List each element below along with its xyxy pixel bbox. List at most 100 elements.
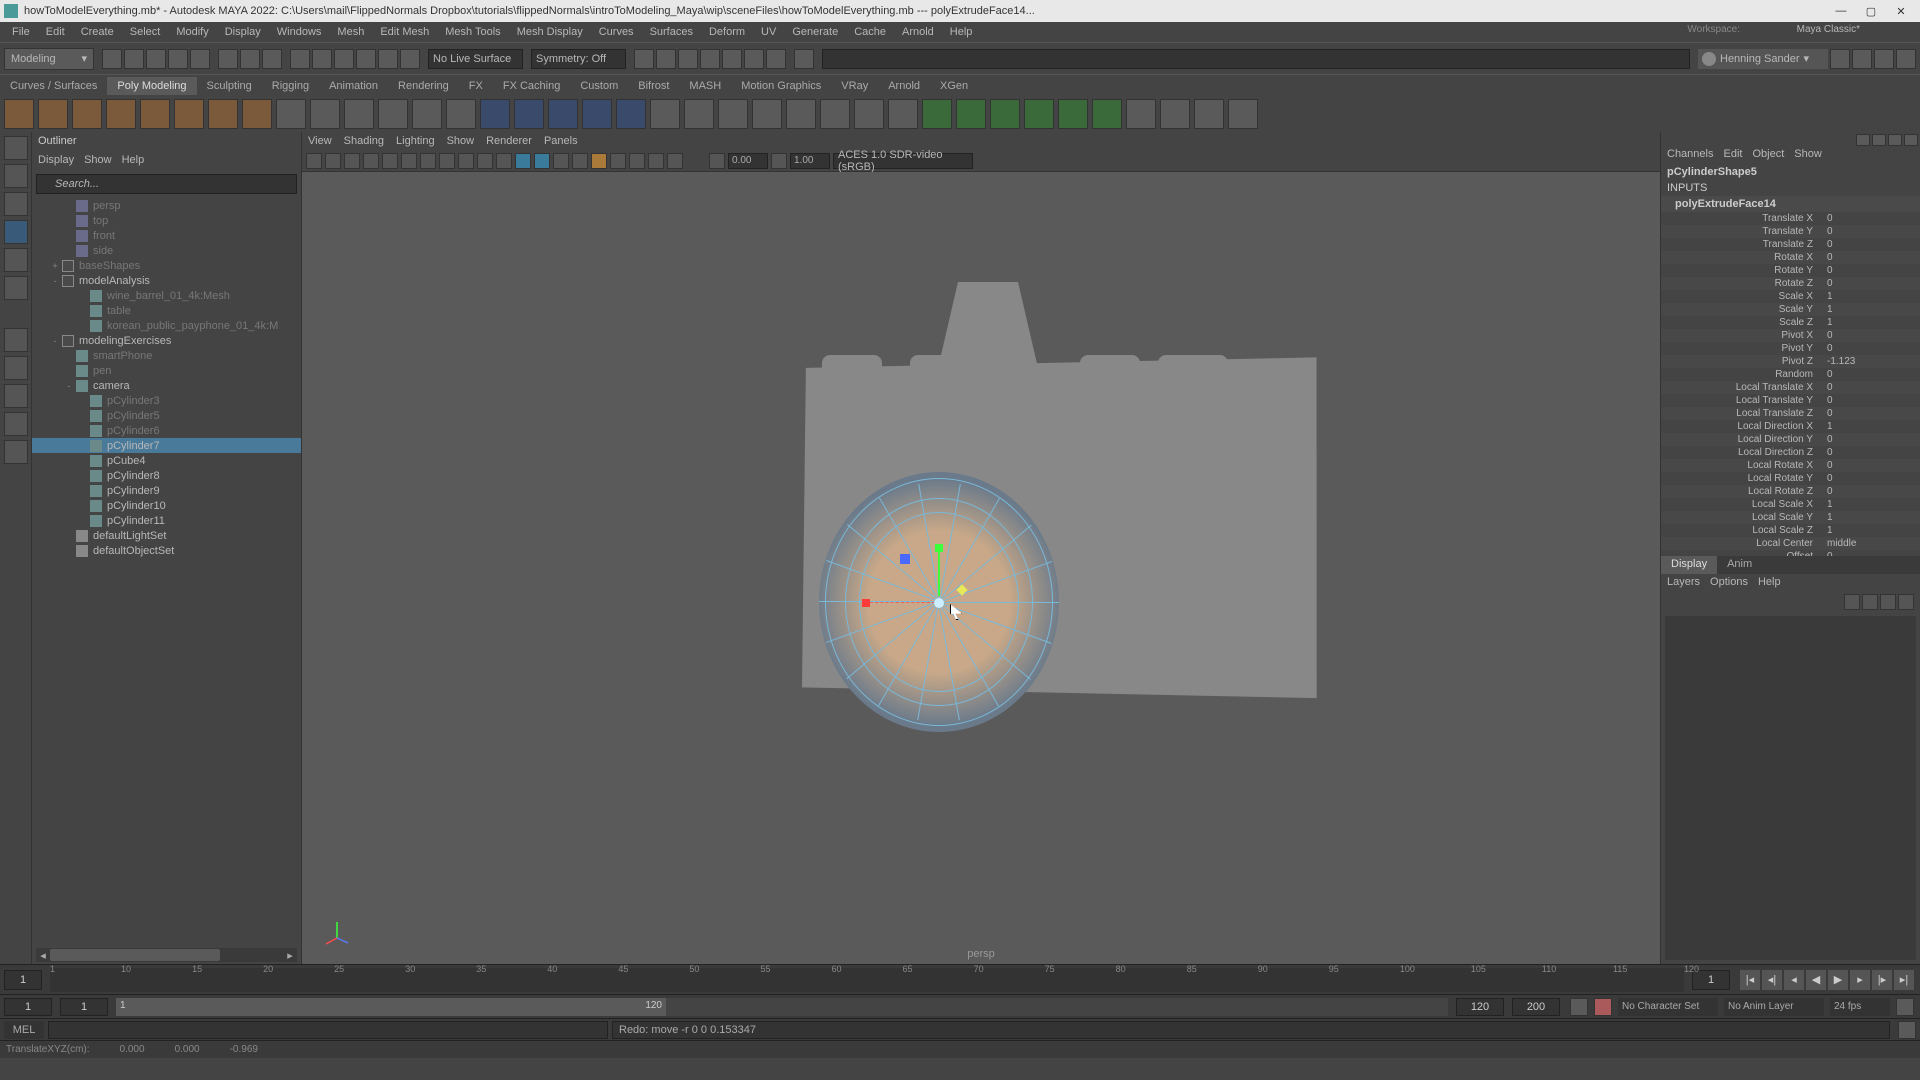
vp-safe-icon[interactable] xyxy=(401,153,417,169)
range-track[interactable]: 1 120 xyxy=(116,998,1448,1016)
shelf-icon-6[interactable] xyxy=(208,99,238,129)
toggle-1-icon[interactable] xyxy=(1830,49,1850,69)
shelf-icon-30[interactable] xyxy=(1024,99,1054,129)
expand-icon[interactable] xyxy=(64,201,74,211)
expand-icon[interactable] xyxy=(78,441,88,451)
attr-value[interactable]: 0 xyxy=(1821,408,1881,419)
menu-select[interactable]: Select xyxy=(122,24,169,40)
attr-value[interactable]: -1.123 xyxy=(1821,356,1881,367)
exposure-field[interactable]: 0.00 xyxy=(728,153,768,169)
outliner-item-pcylinder10[interactable]: pCylinder10 xyxy=(32,498,301,513)
attr-row-rotate-z[interactable]: Rotate Z0 xyxy=(1661,277,1920,290)
shelf-icon-4[interactable] xyxy=(140,99,170,129)
shelf-icon-25[interactable] xyxy=(854,99,884,129)
vp-wire-icon[interactable] xyxy=(420,153,436,169)
attr-value[interactable]: 0 xyxy=(1821,473,1881,484)
shelf-tab-motion-graphics[interactable]: Motion Graphics xyxy=(731,77,831,95)
expand-icon[interactable]: - xyxy=(50,336,60,346)
menu-mesh[interactable]: Mesh xyxy=(329,24,372,40)
attr-row-rotate-y[interactable]: Rotate Y0 xyxy=(1661,264,1920,277)
paint-select-icon[interactable] xyxy=(262,49,282,69)
attr-row-local-translate-z[interactable]: Local Translate Z0 xyxy=(1661,407,1920,420)
save-scene-icon[interactable] xyxy=(146,49,166,69)
attr-row-local-scale-y[interactable]: Local Scale Y1 xyxy=(1661,511,1920,524)
shelf-icon-7[interactable] xyxy=(242,99,272,129)
expand-icon[interactable] xyxy=(78,306,88,316)
expand-icon[interactable] xyxy=(64,351,74,361)
scroll-left-icon[interactable]: ◂ xyxy=(36,948,50,962)
vp-ao-icon[interactable] xyxy=(553,153,569,169)
attr-row-local-scale-z[interactable]: Local Scale Z1 xyxy=(1661,524,1920,537)
autokey-icon[interactable] xyxy=(1570,998,1588,1016)
layout-single-icon[interactable] xyxy=(4,328,28,352)
vp-isolate-icon[interactable] xyxy=(515,153,531,169)
expand-icon[interactable]: - xyxy=(50,276,60,286)
attr-value[interactable]: 1 xyxy=(1821,421,1881,432)
outliner-item-smartphone[interactable]: smartPhone xyxy=(32,348,301,363)
attr-row-random[interactable]: Random0 xyxy=(1661,368,1920,381)
shelf-icon-24[interactable] xyxy=(820,99,850,129)
menu-arnold[interactable]: Arnold xyxy=(894,24,942,40)
layout-outliner-icon[interactable] xyxy=(4,384,28,408)
snap-live-icon[interactable] xyxy=(378,49,398,69)
vp-shadows-icon[interactable] xyxy=(496,153,512,169)
shelf-icon-1[interactable] xyxy=(38,99,68,129)
last-tool-icon[interactable] xyxy=(4,276,28,300)
manipulator-center[interactable] xyxy=(934,598,944,608)
attr-value[interactable]: 1 xyxy=(1821,499,1881,510)
layer-moveup-icon[interactable] xyxy=(1844,594,1860,610)
expand-icon[interactable]: + xyxy=(50,261,60,271)
playback-start-field[interactable]: 1 xyxy=(60,998,108,1016)
menu-mesh-display[interactable]: Mesh Display xyxy=(509,24,591,40)
playback-start-icon[interactable] xyxy=(634,49,654,69)
attr-row-translate-x[interactable]: Translate X0 xyxy=(1661,212,1920,225)
viewport-menu-renderer[interactable]: Renderer xyxy=(486,135,532,147)
play-forward-icon[interactable]: ▶ xyxy=(1828,970,1848,990)
lasso-tool-icon[interactable] xyxy=(4,164,28,188)
attr-row-local-direction-z[interactable]: Local Direction Z0 xyxy=(1661,446,1920,459)
shelf-tab-curves-surfaces[interactable]: Curves / Surfaces xyxy=(0,77,107,95)
go-start-icon[interactable]: |◂ xyxy=(1740,970,1760,990)
shelf-icon-35[interactable] xyxy=(1194,99,1224,129)
vp-exposure-icon[interactable] xyxy=(709,153,725,169)
anim-start-field[interactable]: 1 xyxy=(4,998,52,1016)
account-dropdown[interactable]: Henning Sander ▾ xyxy=(1698,49,1828,69)
layer-list[interactable] xyxy=(1665,616,1916,960)
outliner-item-pcylinder6[interactable]: pCylinder6 xyxy=(32,423,301,438)
play-back-icon[interactable]: ◀ xyxy=(1806,970,1826,990)
attr-row-pivot-z[interactable]: Pivot Z-1.123 xyxy=(1661,355,1920,368)
vp-xray-icon[interactable] xyxy=(534,153,550,169)
current-frame-field-left[interactable] xyxy=(4,970,42,990)
expand-icon[interactable] xyxy=(64,531,74,541)
layers-menu-options[interactable]: Options xyxy=(1710,576,1748,590)
layers-menu-help[interactable]: Help xyxy=(1758,576,1781,590)
attr-row-local-direction-y[interactable]: Local Direction Y0 xyxy=(1661,433,1920,446)
outliner-item-persp[interactable]: persp xyxy=(32,198,301,213)
shelf-tab-poly-modeling[interactable]: Poly Modeling xyxy=(107,77,196,95)
shelf-icon-29[interactable] xyxy=(990,99,1020,129)
viewport-menu-lighting[interactable]: Lighting xyxy=(396,135,435,147)
vp-grid-icon[interactable] xyxy=(629,153,645,169)
range-thumb[interactable]: 1 120 xyxy=(116,998,666,1016)
attr-value[interactable]: 1 xyxy=(1821,291,1881,302)
snap-view-icon[interactable] xyxy=(400,49,420,69)
gamma-field[interactable]: 1.00 xyxy=(790,153,830,169)
cb-toggle-2-icon[interactable] xyxy=(1872,134,1886,146)
menu-deform[interactable]: Deform xyxy=(701,24,753,40)
vp-hud-icon[interactable] xyxy=(648,153,664,169)
vp-textured-icon[interactable] xyxy=(458,153,474,169)
vp-bg-icon[interactable] xyxy=(667,153,683,169)
shelf-icon-15[interactable] xyxy=(514,99,544,129)
layout-graph-icon[interactable] xyxy=(4,440,28,464)
attr-value[interactable]: 0 xyxy=(1821,226,1881,237)
menu-surfaces[interactable]: Surfaces xyxy=(642,24,701,40)
new-scene-icon[interactable] xyxy=(102,49,122,69)
snap-grid-icon[interactable] xyxy=(290,49,310,69)
expand-icon[interactable] xyxy=(78,291,88,301)
character-set-dropdown[interactable]: No Character Set xyxy=(1618,998,1718,1016)
vp-gamma-icon[interactable] xyxy=(771,153,787,169)
viewport-menu-panels[interactable]: Panels xyxy=(544,135,578,147)
attr-row-pivot-x[interactable]: Pivot X0 xyxy=(1661,329,1920,342)
outliner-menu-show[interactable]: Show xyxy=(84,154,112,170)
shelf-icon-27[interactable] xyxy=(922,99,952,129)
